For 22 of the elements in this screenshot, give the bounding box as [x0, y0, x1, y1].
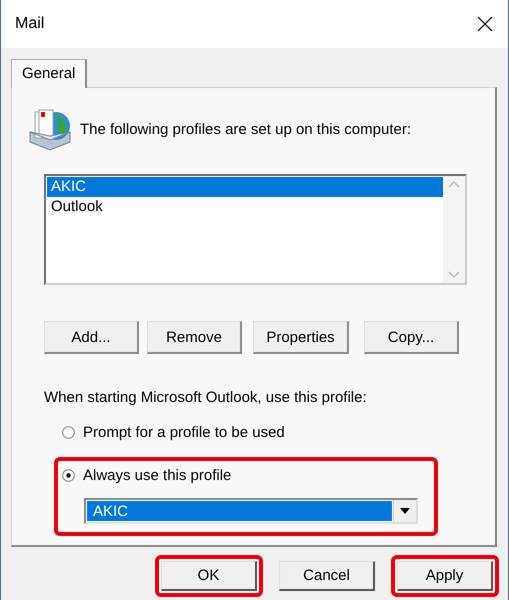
radio-button[interactable] [62, 426, 75, 439]
profile-item[interactable]: Outlook [47, 197, 443, 217]
caret-icon[interactable] [400, 508, 410, 514]
dialog-button[interactable]: Apply [397, 561, 493, 591]
radio-label[interactable]: Always use this profile [83, 467, 232, 484]
profile-dropdown[interactable]: AKIC [84, 498, 418, 524]
radio-button[interactable] [62, 469, 75, 482]
profile-button[interactable]: Properties [253, 321, 349, 354]
profiles-heading: The following profiles are set up on this computer: [80, 120, 412, 138]
profile-button[interactable]: Add... [44, 321, 139, 354]
startup-label: When starting Microsoft Outlook, use this profile: [44, 389, 368, 406]
window-title: Mail [15, 15, 44, 33]
profile-button[interactable]: Copy... [364, 321, 459, 354]
dialog-button[interactable]: Cancel [279, 561, 375, 591]
profile-item[interactable]: AKIC [47, 177, 443, 197]
close-icon[interactable] [476, 15, 494, 33]
tab[interactable]: General [11, 59, 88, 88]
profile-list[interactable]: AKIC Outlook [44, 174, 467, 285]
dialog-button[interactable]: OK [161, 561, 257, 591]
dropdown-value: AKIC [87, 501, 392, 521]
radio-label[interactable]: Prompt for a profile to be used [83, 424, 285, 441]
profile-button[interactable]: Remove [147, 321, 242, 354]
